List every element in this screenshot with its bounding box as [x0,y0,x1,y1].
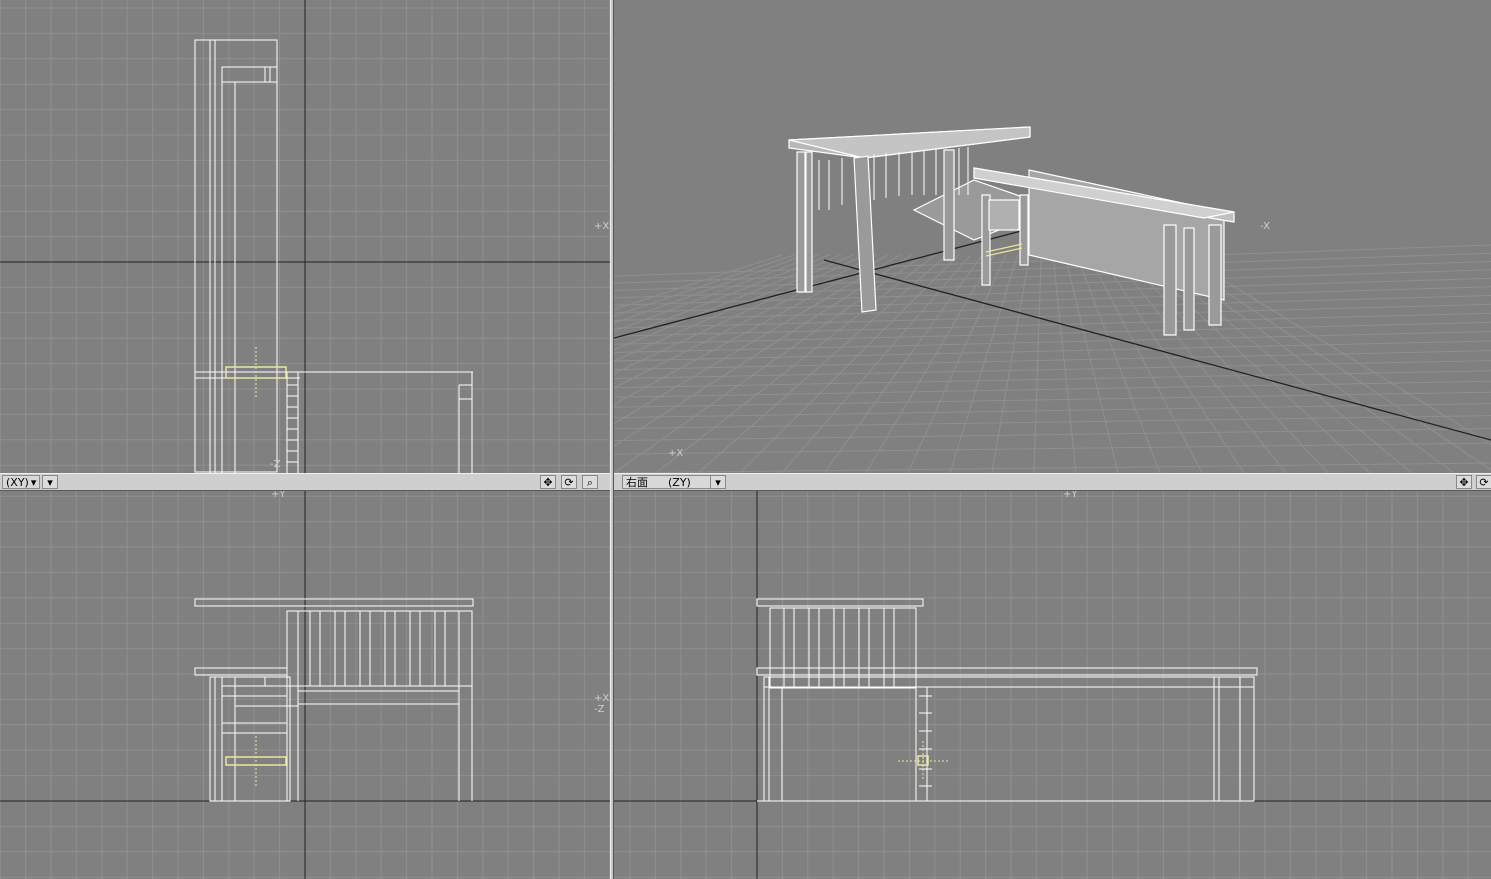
axis-label-x: +X [594,221,610,232]
chevron-down-icon[interactable]: ▾ [42,475,58,489]
viewport-front[interactable]: +Y +X -Z [0,491,610,879]
zoom-icon[interactable]: ⌕ [582,475,598,489]
rotate-icon[interactable]: ⟳ [1476,475,1491,489]
axis-label-z: -Z [270,459,281,470]
perspective-canvas[interactable] [614,0,1491,473]
viewport-front-toolbar: (XY) ▾ ▾ ✥ ⟳ ⌕ [0,473,610,491]
move-icon[interactable]: ✥ [1456,475,1472,489]
view-mode-dropdown[interactable]: (XY) ▾ [2,475,41,489]
chevron-down-icon: ▾ [30,475,37,489]
viewport-perspective[interactable]: -X +X [614,0,1491,473]
axis-label-pos-x: +X [668,448,684,459]
viewport-right-toolbar: 右面 (ZY) ▾ ▾ ✥ ⟳ [614,473,1491,491]
viewport-front-canvas[interactable] [0,491,610,879]
viewport-top-canvas[interactable] [0,0,610,473]
axis-label-neg-x: -X [1260,221,1270,232]
view-name-label: 右面 [626,476,648,489]
axis-label-y: +Y [1063,491,1078,500]
view-mode-label: (XY) [6,475,29,489]
chevron-down-icon[interactable]: ▾ [710,475,726,489]
rotate-icon[interactable]: ⟳ [561,475,577,489]
move-icon[interactable]: ✥ [540,475,556,489]
axis-label-x-z: +X -Z [594,693,610,715]
view-mode-label: (ZY) [668,475,691,489]
axis-label-y: +Y [271,491,286,500]
viewport-right-canvas[interactable] [614,491,1491,879]
viewport-right[interactable]: +Y [614,491,1491,879]
viewport-top[interactable]: +X -Z [0,0,610,473]
view-name-dropdown[interactable]: 右面 (ZY) ▾ [622,475,721,489]
